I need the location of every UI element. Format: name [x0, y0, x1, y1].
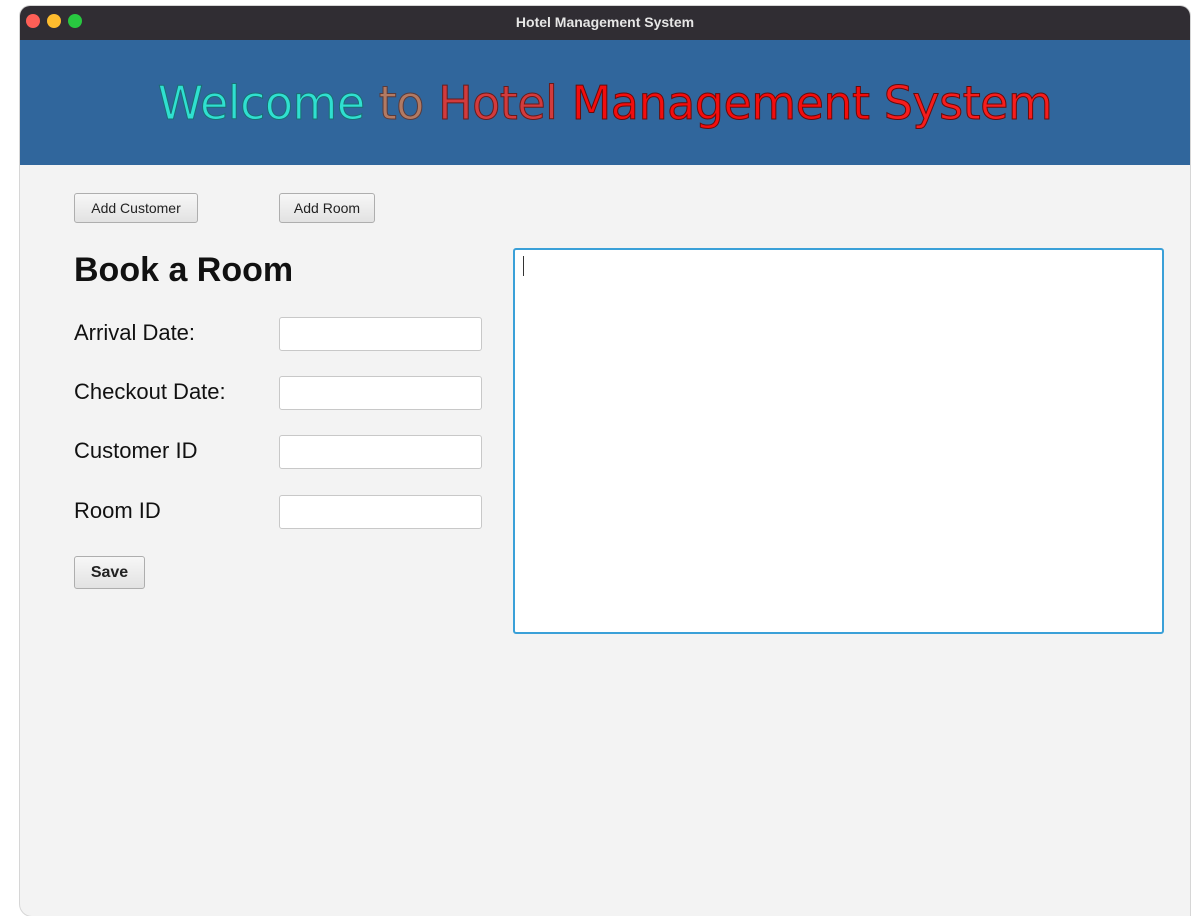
- checkout-date-field[interactable]: [279, 376, 482, 410]
- banner-word-system: System: [883, 76, 1053, 131]
- customer-id-field[interactable]: [279, 435, 482, 469]
- welcome-banner: Welcome to Hotel Management System: [20, 40, 1190, 165]
- banner-word-management: Management: [571, 76, 871, 131]
- add-customer-button[interactable]: Add Customer: [74, 193, 198, 223]
- save-button[interactable]: Save: [74, 556, 145, 589]
- room-id-field[interactable]: [279, 495, 482, 529]
- banner-word-to: to: [378, 76, 425, 131]
- customer-id-label: Customer ID: [74, 438, 198, 463]
- checkout-date-label: Checkout Date:: [74, 379, 226, 404]
- form-heading: Book a Room: [74, 251, 294, 289]
- arrival-date-field[interactable]: [279, 317, 482, 351]
- banner-word-welcome: Welcome: [157, 76, 365, 131]
- arrival-date-label: Arrival Date:: [74, 320, 196, 345]
- banner-title: Welcome to Hotel Management System: [20, 76, 1190, 131]
- banner-word-hotel: Hotel: [438, 76, 559, 131]
- text-cursor: [523, 256, 524, 276]
- window-title: Hotel Management System: [515, 14, 695, 30]
- add-room-button[interactable]: Add Room: [279, 193, 375, 223]
- output-text-area[interactable]: [513, 248, 1164, 634]
- room-id-label: Room ID: [74, 498, 161, 523]
- app-window: Hotel Management System Welcome to Hotel…: [20, 6, 1190, 916]
- title-bar: Hotel Management System: [20, 6, 1190, 40]
